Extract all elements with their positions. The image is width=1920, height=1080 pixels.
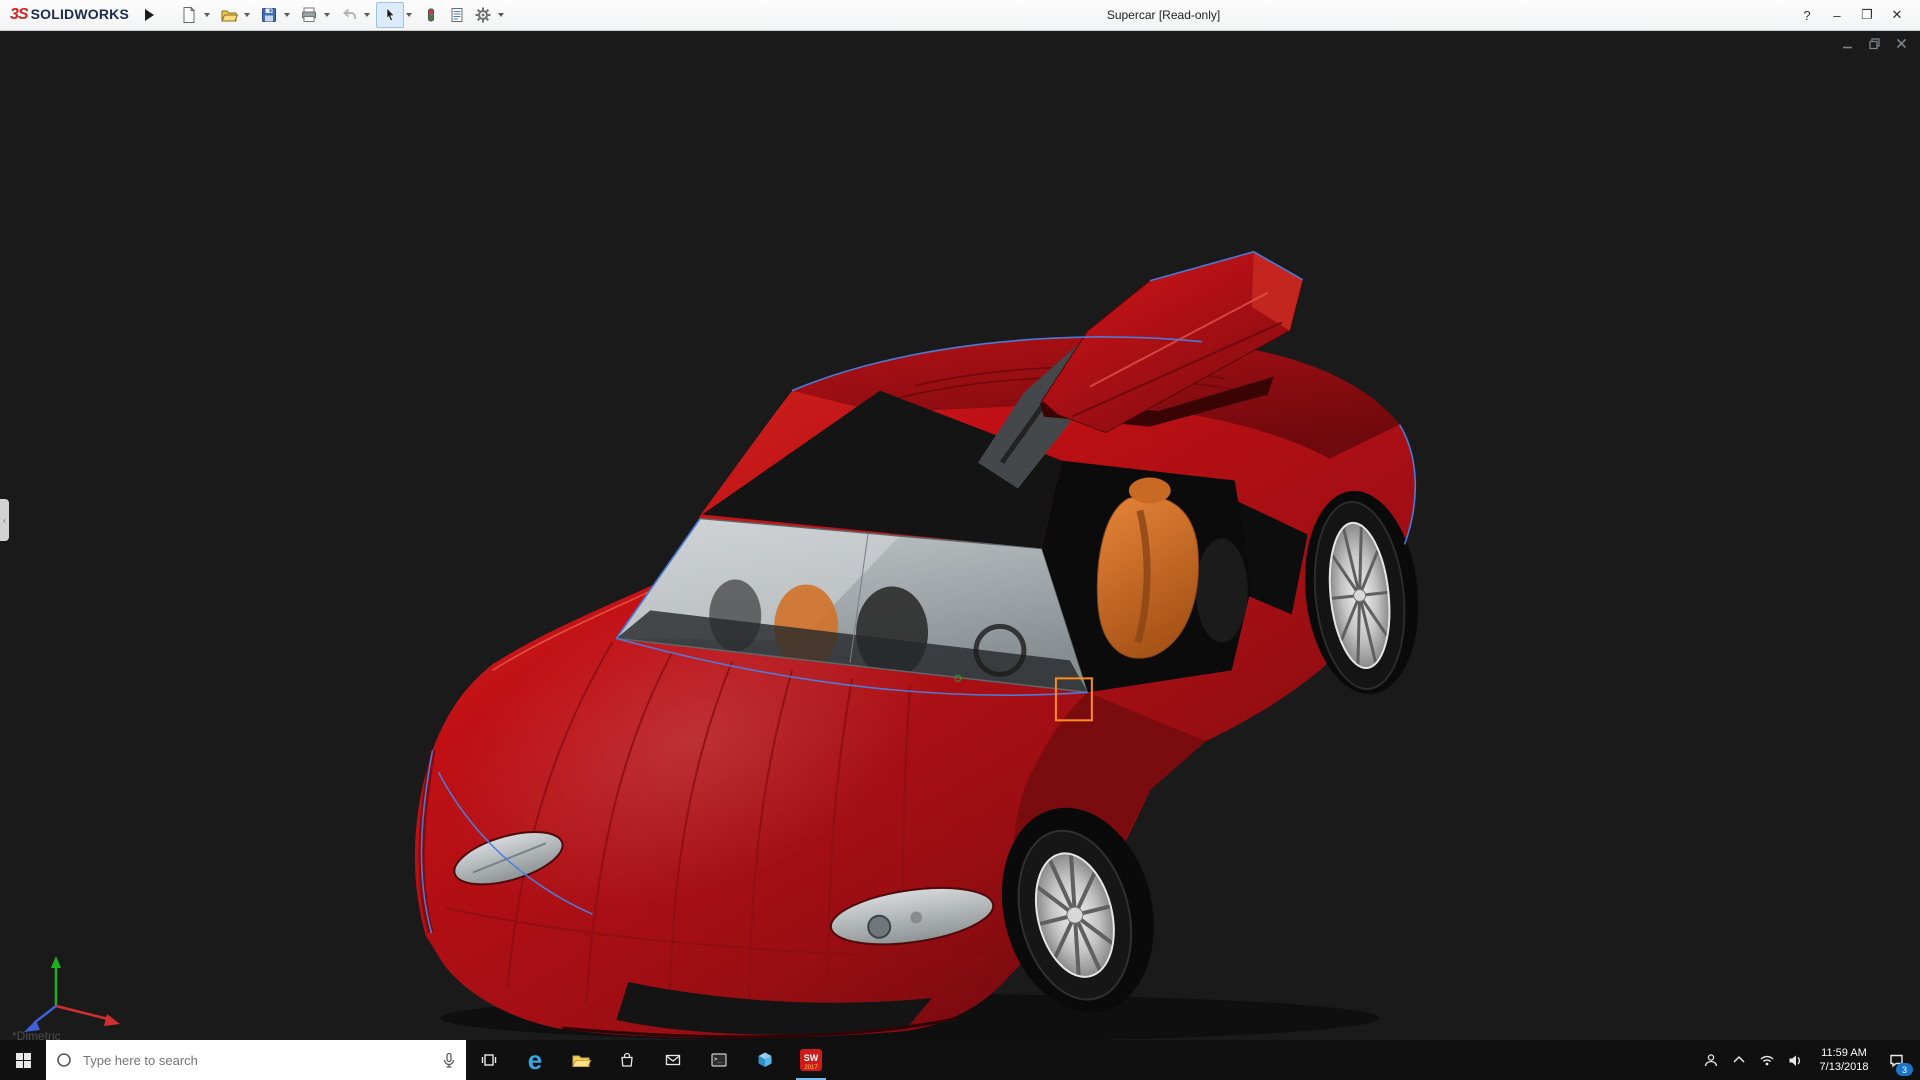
rebuild-traffic-light-icon <box>422 6 440 24</box>
select-dropdown[interactable] <box>406 13 412 17</box>
3d-viewer-button[interactable] <box>742 1040 788 1080</box>
z-axis <box>34 1006 56 1023</box>
doc-minimize-icon[interactable] <box>1841 37 1854 50</box>
console-icon: >_ <box>710 1051 728 1069</box>
select-button[interactable] <box>376 2 404 28</box>
new-document-button[interactable] <box>176 3 202 27</box>
supercar-model[interactable] <box>392 252 1428 1038</box>
document-title: Supercar [Read-only] <box>1107 8 1220 22</box>
open-folder-icon <box>220 6 238 24</box>
new-document-icon <box>180 6 198 24</box>
options-button[interactable] <box>470 3 496 27</box>
edge-button[interactable]: e <box>512 1040 558 1080</box>
clock-time: 11:59 AM <box>1811 1046 1877 1060</box>
speaker-icon <box>1787 1052 1803 1068</box>
menu-flyout-arrow[interactable] <box>145 9 154 21</box>
minimize-button[interactable]: – <box>1822 0 1852 30</box>
cortana-icon <box>56 1052 72 1068</box>
console-button[interactable]: >_ <box>696 1040 742 1080</box>
file-explorer-button[interactable] <box>558 1040 604 1080</box>
windows-logo-icon <box>15 1052 32 1069</box>
undo-icon <box>340 6 358 24</box>
feature-manager-collapsed-tab[interactable]: ‹ <box>0 499 9 541</box>
system-tray: 11:59 AM 7/13/2018 3 <box>1697 1040 1920 1080</box>
file-properties-button[interactable] <box>444 3 470 27</box>
maximize-button[interactable]: ❐ <box>1852 0 1882 30</box>
notification-badge: 3 <box>1896 1063 1913 1076</box>
tray-overflow-button[interactable] <box>1725 1040 1753 1080</box>
select-cursor-icon <box>381 6 399 24</box>
solidworks-2017-icon: SW 2017 <box>799 1048 823 1072</box>
task-view-icon <box>480 1051 498 1069</box>
mail-envelope-icon <box>664 1051 682 1069</box>
model-canvas[interactable] <box>0 31 1920 1040</box>
svg-text:2017: 2017 <box>804 1065 818 1071</box>
windows-taskbar: e <box>0 1040 1920 1080</box>
save-button[interactable] <box>256 3 282 27</box>
rebuild-button[interactable] <box>418 3 444 27</box>
chevron-up-icon <box>1731 1052 1747 1068</box>
save-dropdown[interactable] <box>284 13 290 17</box>
svg-text:SW: SW <box>804 1053 819 1063</box>
edge-icon: e <box>528 1047 542 1073</box>
doc-restore-icon[interactable] <box>1868 37 1881 50</box>
new-document-dropdown[interactable] <box>204 13 210 17</box>
person-icon <box>1703 1052 1719 1068</box>
menu-bar: 3S SOLIDWORKS <box>0 0 1920 31</box>
x-axis <box>56 1006 108 1019</box>
store-bag-icon <box>618 1051 636 1069</box>
taskbar-clock[interactable]: 11:59 AM 7/13/2018 <box>1809 1046 1879 1075</box>
volume-button[interactable] <box>1781 1040 1809 1080</box>
print-button[interactable] <box>296 3 322 27</box>
taskbar-search[interactable] <box>46 1040 466 1080</box>
close-button[interactable]: ✕ <box>1882 0 1912 30</box>
document-window-controls <box>1841 37 1908 50</box>
open-dropdown[interactable] <box>244 13 250 17</box>
solidworks-window: 3S SOLIDWORKS <box>0 0 1920 1080</box>
doc-close-icon[interactable] <box>1895 37 1908 50</box>
help-button[interactable]: ? <box>1792 0 1822 30</box>
window-controls: ? – ❐ ✕ <box>1792 0 1912 30</box>
solidworks-logo: 3S SOLIDWORKS <box>0 6 137 24</box>
store-button[interactable] <box>604 1040 650 1080</box>
quick-access-toolbar <box>176 2 510 28</box>
print-icon <box>300 6 318 24</box>
view-orientation-label: *Dimetric <box>12 1029 61 1040</box>
graphics-viewport[interactable]: ‹ *Dimetric <box>0 31 1920 1040</box>
file-properties-icon <box>448 6 466 24</box>
x-axis-arrow <box>104 1014 120 1026</box>
open-button[interactable] <box>216 3 242 27</box>
save-icon <box>260 6 278 24</box>
microphone-icon[interactable] <box>442 1052 456 1068</box>
svg-text:>_: >_ <box>714 1056 722 1063</box>
action-center-button[interactable]: 3 <box>1879 1040 1913 1080</box>
wifi-icon <box>1759 1052 1775 1068</box>
undo-dropdown[interactable] <box>364 13 370 17</box>
gear-icon <box>474 6 492 24</box>
search-input[interactable] <box>81 1052 433 1069</box>
mail-button[interactable] <box>650 1040 696 1080</box>
network-button[interactable] <box>1753 1040 1781 1080</box>
orientation-triad[interactable] <box>14 946 134 1036</box>
start-button[interactable] <box>0 1040 46 1080</box>
clock-date: 7/13/2018 <box>1811 1060 1877 1074</box>
options-dropdown[interactable] <box>498 13 504 17</box>
solidworks-2017-button[interactable]: SW 2017 <box>788 1040 834 1080</box>
brand-text: SOLIDWORKS <box>31 6 129 22</box>
task-view-button[interactable] <box>466 1040 512 1080</box>
undo-button[interactable] <box>336 3 362 27</box>
file-explorer-icon <box>571 1051 591 1069</box>
ds-logo-mark: 3S <box>10 6 28 24</box>
3d-cube-icon <box>756 1051 774 1069</box>
y-axis-arrow <box>51 956 61 968</box>
print-dropdown[interactable] <box>324 13 330 17</box>
people-button[interactable] <box>1697 1040 1725 1080</box>
